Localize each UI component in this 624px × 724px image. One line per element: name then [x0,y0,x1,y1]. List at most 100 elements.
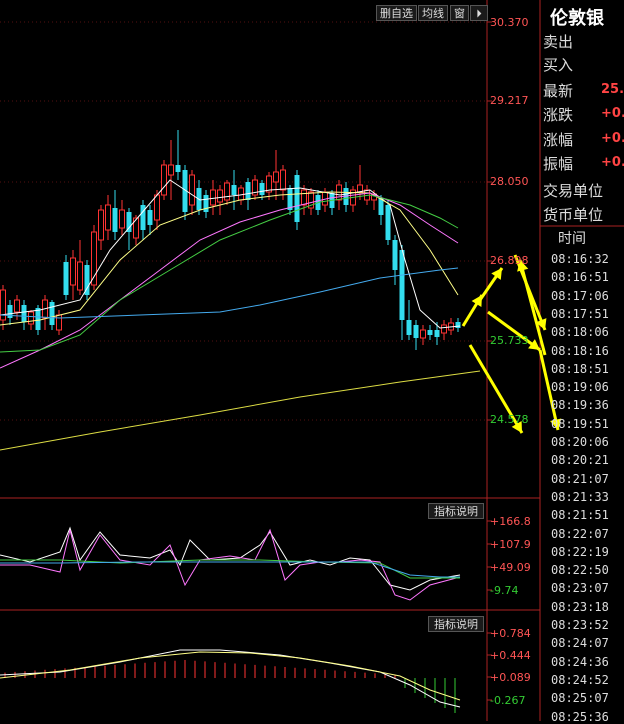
window-button[interactable]: 窗 [450,5,469,21]
quote-label-sell: 卖出 [543,33,574,51]
tick-time: 08:17:06 [551,288,609,303]
tick-time: 08:25:07 [551,691,609,706]
quote-label-amplitude: 振幅 [543,155,574,173]
tick-time: 08:16:51 [551,270,609,285]
candle-body [301,189,307,206]
candle-body [406,320,412,335]
candle-body [238,187,244,201]
tick-time: 08:24:36 [551,654,609,669]
tick-time: 08:19:06 [551,380,609,395]
kline-chart[interactable] [0,0,624,721]
candle-body [259,183,265,195]
candle-body [399,250,405,320]
ma-line-120 [0,370,481,451]
quote-value-change-pct: +0.1 [601,131,624,146]
indicator1-label: -9.74 [490,584,519,597]
price-label: 25.733 [490,334,529,347]
quote-label-currency-unit: 货币单位 [543,206,604,224]
tick-time: 08:20:06 [551,435,609,449]
quote-label-latest: 最新 [543,82,574,100]
candle-body [154,194,160,221]
tick-time: 08:18:51 [551,361,609,376]
quote-label-change-pct: 涨幅 [543,131,574,149]
price-label: 29.217 [490,94,529,107]
tick-time: 08:19:51 [551,416,609,431]
moving-average-button[interactable]: 均线 [418,5,448,21]
candle-body [231,185,237,195]
candle-body [126,212,132,232]
candle-body [168,164,174,176]
candle-body [119,209,125,229]
candle-body [224,182,230,201]
tick-time: 08:22:19 [551,544,609,559]
tick-time: 08:25:36 [551,709,609,724]
candle-body [392,240,398,270]
tick-time: 08:18:06 [551,325,609,340]
tick-time: 08:17:51 [551,306,609,321]
candle-body [294,175,300,222]
candle-body [413,325,419,338]
tick-time: 08:24:52 [551,672,609,687]
candle-body [63,262,69,295]
candle-body [28,311,34,325]
tick-time: 08:20:21 [551,453,609,468]
candle-body [189,174,195,206]
candle-body [210,189,216,206]
candle-body [112,208,118,232]
candle-body [175,165,181,172]
quote-value-latest: 25.9 [601,82,624,97]
candle-body [56,314,62,331]
macd-dif [0,649,461,708]
quote-label-change: 涨跌 [543,106,574,124]
tick-time: 08:21:33 [551,489,609,504]
candle-body [49,302,55,325]
candle-body [77,261,83,291]
quote-label-trade-unit: 交易单位 [543,182,604,200]
price-label: 28.050 [490,175,529,188]
indicator2-label: +0.444 [490,649,531,662]
candle-body [161,164,167,196]
indicator2-label: -0.267 [490,694,526,707]
candle-body [217,189,223,203]
indicator1-label: +49.09 [490,561,531,574]
candle-body [105,204,111,231]
candle-body [35,308,41,330]
expand-panel-icon[interactable]: ⏵ [470,5,488,21]
tick-time: 08:19:36 [551,398,609,413]
tick-time: 08:23:52 [551,618,609,632]
candle-body [434,330,440,337]
indicator2-help-button[interactable]: 指标说明 [428,616,484,632]
indicator2-label: +0.784 [490,627,531,640]
candle-body [14,299,20,313]
tick-time: 08:24:07 [551,636,609,651]
price-label: 26.898 [490,254,529,267]
candle-body [441,324,447,334]
candle-body [98,209,104,241]
candle-body [21,305,27,322]
candle-body [147,210,153,225]
time-header: 时间 [558,231,586,247]
price-label: 24.578 [490,413,529,426]
tick-time: 08:22:50 [551,563,609,578]
tick-time: 08:18:16 [551,343,609,358]
indicator1-label: +166.8 [490,515,531,528]
indicator1-help-button[interactable]: 指标说明 [428,503,484,519]
candle-body [455,322,461,328]
candle-body [70,257,76,286]
candle-body [427,330,433,335]
instrument-title: 伦敦银 [550,8,604,29]
tick-time: 08:23:07 [551,581,609,596]
tick-time: 08:16:32 [551,252,609,266]
indicator1-line-a [0,526,461,591]
delete-watchlist-button[interactable]: 删自选 [376,5,417,21]
quote-label-buy: 买入 [543,56,574,74]
indicator1-line-b [0,528,461,601]
candle-body [273,171,279,183]
price-label: 30.370 [490,16,529,29]
quote-value-amplitude: +0.2 [601,155,624,170]
tick-time: 08:21:51 [551,508,609,523]
tick-time: 08:23:18 [551,599,609,614]
indicator1-line-d [0,561,460,578]
candle-body [420,329,426,339]
quote-value-change: +0.0 [601,106,624,121]
